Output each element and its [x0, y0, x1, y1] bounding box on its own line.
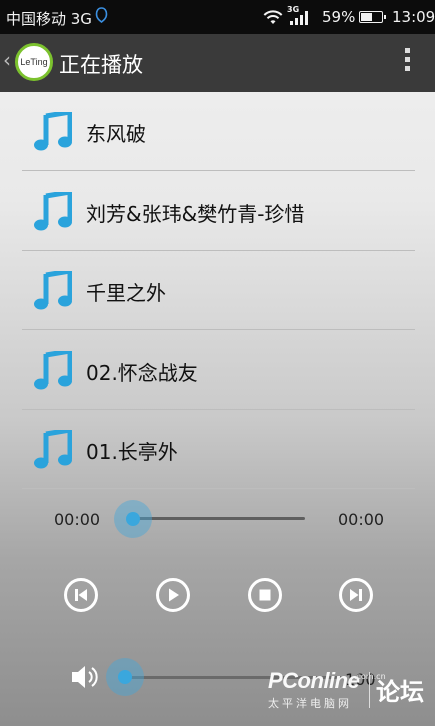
progress-thumb[interactable] [126, 512, 140, 526]
sync-icon [95, 7, 108, 23]
skip-next-icon [350, 589, 362, 601]
song-title: 02.怀念战友 [86, 360, 198, 385]
page-title: 正在播放 [59, 53, 143, 77]
progress-track[interactable] [132, 517, 305, 520]
music-note-icon [34, 271, 72, 310]
battery-fill [361, 13, 372, 21]
skip-previous-icon [75, 589, 87, 601]
app-logo[interactable]: LeTing [15, 43, 53, 81]
playlist-item[interactable]: 千里之外 [22, 251, 415, 330]
music-note-icon [34, 191, 72, 230]
overflow-menu-icon[interactable] [402, 48, 412, 78]
playlist-item[interactable]: 东风破 [22, 92, 415, 171]
divider [22, 488, 415, 489]
song-title: 01.长亭外 [86, 440, 178, 464]
music-note-icon [34, 430, 72, 469]
status-bar: 中国移动 3G 3G 59% 13:09 [0, 0, 435, 34]
carrier-label: 中国移动 3G [6, 10, 92, 28]
previous-button[interactable] [64, 578, 98, 612]
clock: 13:09 [392, 8, 435, 26]
play-icon [169, 588, 179, 602]
signal-icon [290, 11, 308, 25]
play-button[interactable] [156, 578, 190, 612]
playlist-item[interactable]: 02.怀念战友 [22, 331, 415, 410]
song-title: 东风破 [86, 122, 146, 146]
music-note-icon [34, 112, 72, 151]
playlist-item[interactable]: 刘芳&张玮&樊竹青-珍惜 [22, 172, 415, 251]
volume-icon[interactable] [69, 662, 101, 692]
battery-icon [359, 11, 386, 23]
stop-button[interactable] [248, 578, 282, 612]
current-time: 00:00 [54, 510, 101, 529]
volume-thumb[interactable] [118, 670, 132, 684]
playlist-item[interactable]: 01.长亭外 [22, 410, 415, 489]
total-time: 00:00 [338, 510, 385, 529]
watermark-subtitle: 太平洋电脑网 [268, 697, 352, 710]
watermark-divider [369, 672, 370, 708]
wifi-icon [263, 10, 283, 24]
song-title: 刘芳&张玮&樊竹青-珍惜 [86, 201, 305, 226]
music-note-icon [34, 350, 72, 389]
battery-percent: 59% [322, 8, 356, 26]
next-button[interactable] [339, 578, 373, 612]
stop-icon [259, 589, 271, 601]
watermark-brand: PConline [268, 668, 360, 693]
action-bar: ‹ LeTing 正在播放 [0, 34, 435, 92]
watermark-forum: 论坛 [376, 678, 424, 706]
song-title: 千里之外 [86, 281, 166, 305]
back-chevron-icon[interactable]: ‹ [3, 48, 11, 72]
app-logo-text: LeTing [20, 57, 48, 67]
